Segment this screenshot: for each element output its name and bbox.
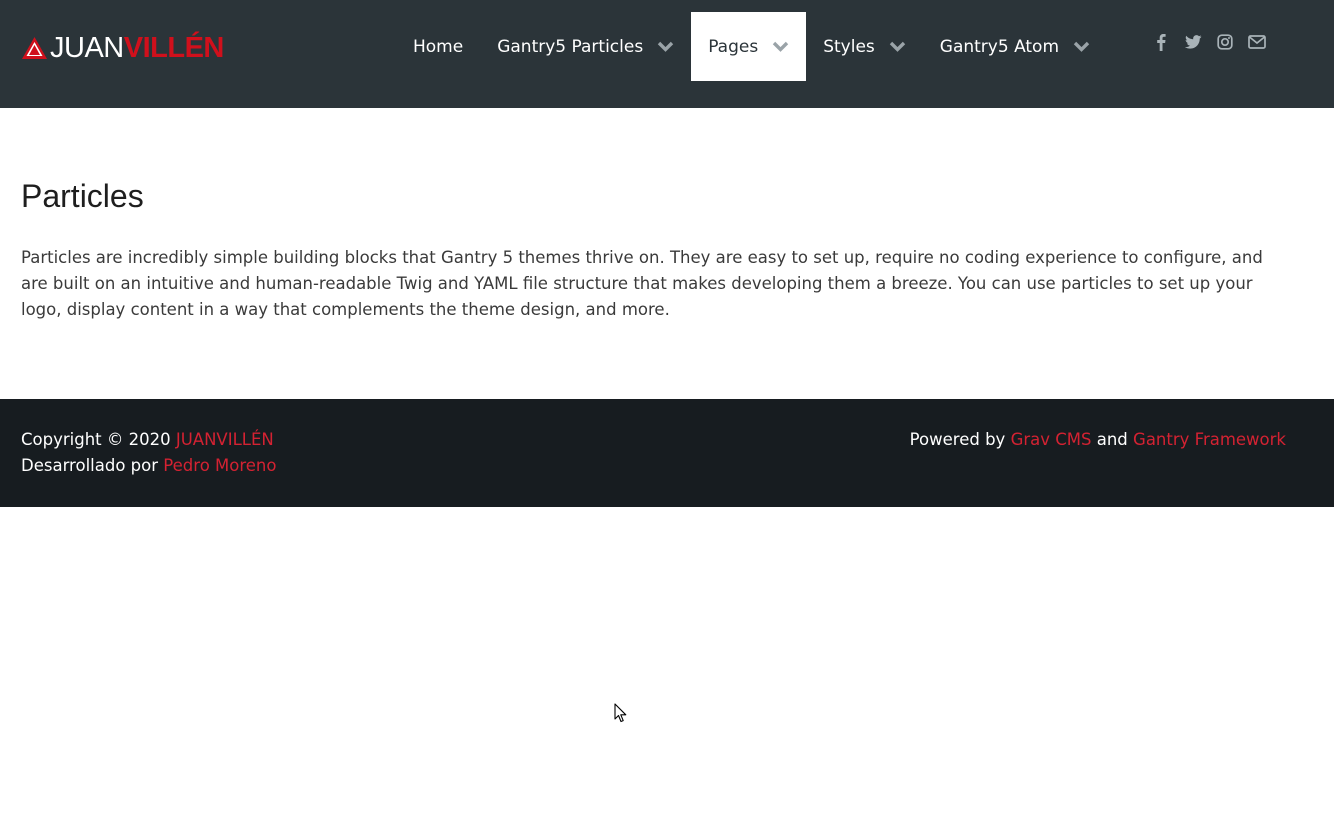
copyright-link[interactable]: JUANVILLÉN [176, 430, 274, 449]
developer-text: Desarrollado por [21, 456, 159, 475]
developer-line: Desarrollado por Pedro Moreno [21, 453, 277, 479]
footer-credits: Copyright © 2020 JUANVILLÉN Desarrollado… [21, 427, 277, 479]
nav-item-label: Home [413, 36, 464, 57]
developer-link[interactable]: Pedro Moreno [163, 456, 276, 475]
chevron-down-icon[interactable] [1073, 41, 1090, 52]
logo-text-light: JUAN [50, 32, 124, 64]
main-content: Particles Particles are incredibly simpl… [21, 174, 1287, 323]
site-logo[interactable]: JUAN VILLÉN [21, 32, 224, 64]
chevron-down-icon[interactable] [657, 41, 674, 52]
and-text: and [1096, 430, 1128, 449]
nav-item-label: Styles [823, 36, 875, 57]
gantry-framework-link[interactable]: Gantry Framework [1133, 430, 1286, 449]
mouse-cursor-icon [614, 703, 628, 728]
mountain-logo-icon [22, 37, 47, 59]
instagram-icon[interactable] [1216, 32, 1234, 52]
nav-item-label: Gantry5 Atom [939, 36, 1060, 57]
copyright-text: Copyright © 2020 [21, 430, 171, 449]
main-nav: Home Gantry5 Particles Pages Styles Gant… [396, 12, 1107, 81]
twitter-icon[interactable] [1184, 32, 1202, 52]
nav-item-label: Pages [708, 36, 759, 57]
facebook-icon[interactable] [1152, 32, 1170, 52]
page-body-text: Particles are incredibly simple building… [21, 248, 1263, 319]
powered-by-text: Powered by [909, 430, 1006, 449]
nav-item-gantry5-atom[interactable]: Gantry5 Atom [923, 12, 1107, 81]
chevron-down-icon[interactable] [772, 41, 789, 52]
chevron-down-icon[interactable] [889, 41, 906, 52]
copyright-line: Copyright © 2020 JUANVILLÉN [21, 427, 277, 453]
envelope-icon[interactable] [1248, 32, 1266, 52]
nav-item-pages[interactable]: Pages [691, 12, 807, 81]
nav-item-gantry5-particles[interactable]: Gantry5 Particles [480, 12, 691, 81]
nav-item-styles[interactable]: Styles [806, 12, 923, 81]
site-header: JUAN VILLÉN Home Gantry5 Particles Pages … [0, 0, 1334, 108]
grav-cms-link[interactable]: Grav CMS [1011, 430, 1092, 449]
social-links [1152, 32, 1280, 52]
logo-text-bold: VILLÉN [123, 32, 225, 64]
site-footer: Copyright © 2020 JUANVILLÉN Desarrollado… [0, 399, 1334, 507]
powered-by: Powered by Grav CMS and Gantry Framework [910, 427, 1286, 453]
nav-item-home[interactable]: Home [396, 12, 480, 81]
page-title: Particles [21, 178, 144, 214]
nav-item-label: Gantry5 Particles [497, 36, 644, 57]
